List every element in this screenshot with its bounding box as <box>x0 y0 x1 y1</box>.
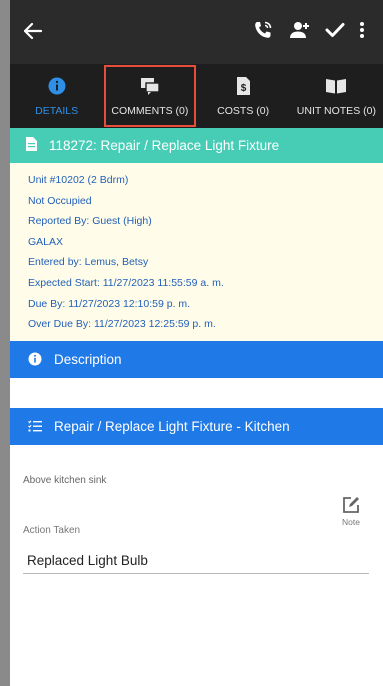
document-icon <box>26 137 37 154</box>
task-body: Above kitchen sink Note Action Taken Rep… <box>10 475 383 574</box>
task-note-text: Above kitchen sink <box>23 474 107 486</box>
tab-details-label: DETAILS <box>35 105 79 117</box>
work-order-header: 118272: Repair / Replace Light Fixture <box>10 128 383 163</box>
action-taken-field[interactable]: Replaced Light Bulb <box>23 553 369 574</box>
info-icon <box>48 75 66 97</box>
tab-costs-label: COSTS (0) <box>217 105 270 117</box>
app-bar <box>10 0 383 64</box>
tab-comments-label: COMMENTS (0) <box>111 105 189 117</box>
screen: DETAILS COMMENTS (0) $ COSTS (0) UNIT NO… <box>10 0 383 686</box>
checklist-icon <box>28 419 42 433</box>
comments-icon <box>139 75 161 97</box>
detail-property: GALAX <box>28 235 64 248</box>
detail-entered-by: Entered by: Lemus, Betsy <box>28 256 149 269</box>
info-icon <box>28 352 42 366</box>
costs-icon: $ <box>236 75 251 97</box>
description-title: Description <box>54 351 122 367</box>
detail-unit: Unit #10202 (2 Bdrm) <box>28 174 129 186</box>
description-section-header[interactable]: Description <box>10 340 383 378</box>
detail-occupancy: Not Occupied <box>28 194 92 207</box>
detail-expected-start: Expected Start: 11/27/2023 11:55:59 a. m… <box>28 276 224 289</box>
work-order-title: 118272: Repair / Replace Light Fixture <box>49 138 280 153</box>
tab-comments[interactable]: COMMENTS (0) <box>103 64 196 128</box>
checkmark-icon[interactable] <box>317 22 353 43</box>
description-body <box>10 377 383 408</box>
task-section-header[interactable]: Repair / Replace Light Fixture - Kitchen <box>10 407 383 445</box>
more-menu-icon[interactable] <box>353 21 371 44</box>
task-title: Repair / Replace Light Fixture - Kitchen <box>54 418 290 434</box>
phone-call-icon[interactable] <box>245 20 281 45</box>
tab-costs[interactable]: $ COSTS (0) <box>197 64 290 128</box>
svg-text:$: $ <box>240 83 246 94</box>
action-taken-label: Action Taken <box>23 524 81 536</box>
add-user-icon[interactable] <box>281 21 317 44</box>
tab-details[interactable]: DETAILS <box>10 64 103 128</box>
detail-reported-by: Reported By: Guest (High) <box>28 215 152 228</box>
tab-unit-notes[interactable]: UNIT NOTES (0) <box>290 64 383 128</box>
note-button-label: Note <box>342 516 360 527</box>
detail-over-due-by: Over Due By: 11/27/2023 12:25:59 p. m. <box>28 318 216 331</box>
tab-unit-notes-label: UNIT NOTES (0) <box>296 105 376 117</box>
detail-due-by: Due By: 11/27/2023 12:10:59 p. m. <box>28 297 191 310</box>
note-button[interactable]: Note <box>341 495 361 527</box>
book-icon <box>325 75 347 97</box>
tab-bar: DETAILS COMMENTS (0) $ COSTS (0) UNIT NO… <box>10 64 383 128</box>
work-order-details: Unit #10202 (2 Bdrm) Not Occupied Report… <box>10 163 383 341</box>
back-arrow-icon[interactable] <box>23 19 54 45</box>
edit-note-icon <box>341 495 361 517</box>
